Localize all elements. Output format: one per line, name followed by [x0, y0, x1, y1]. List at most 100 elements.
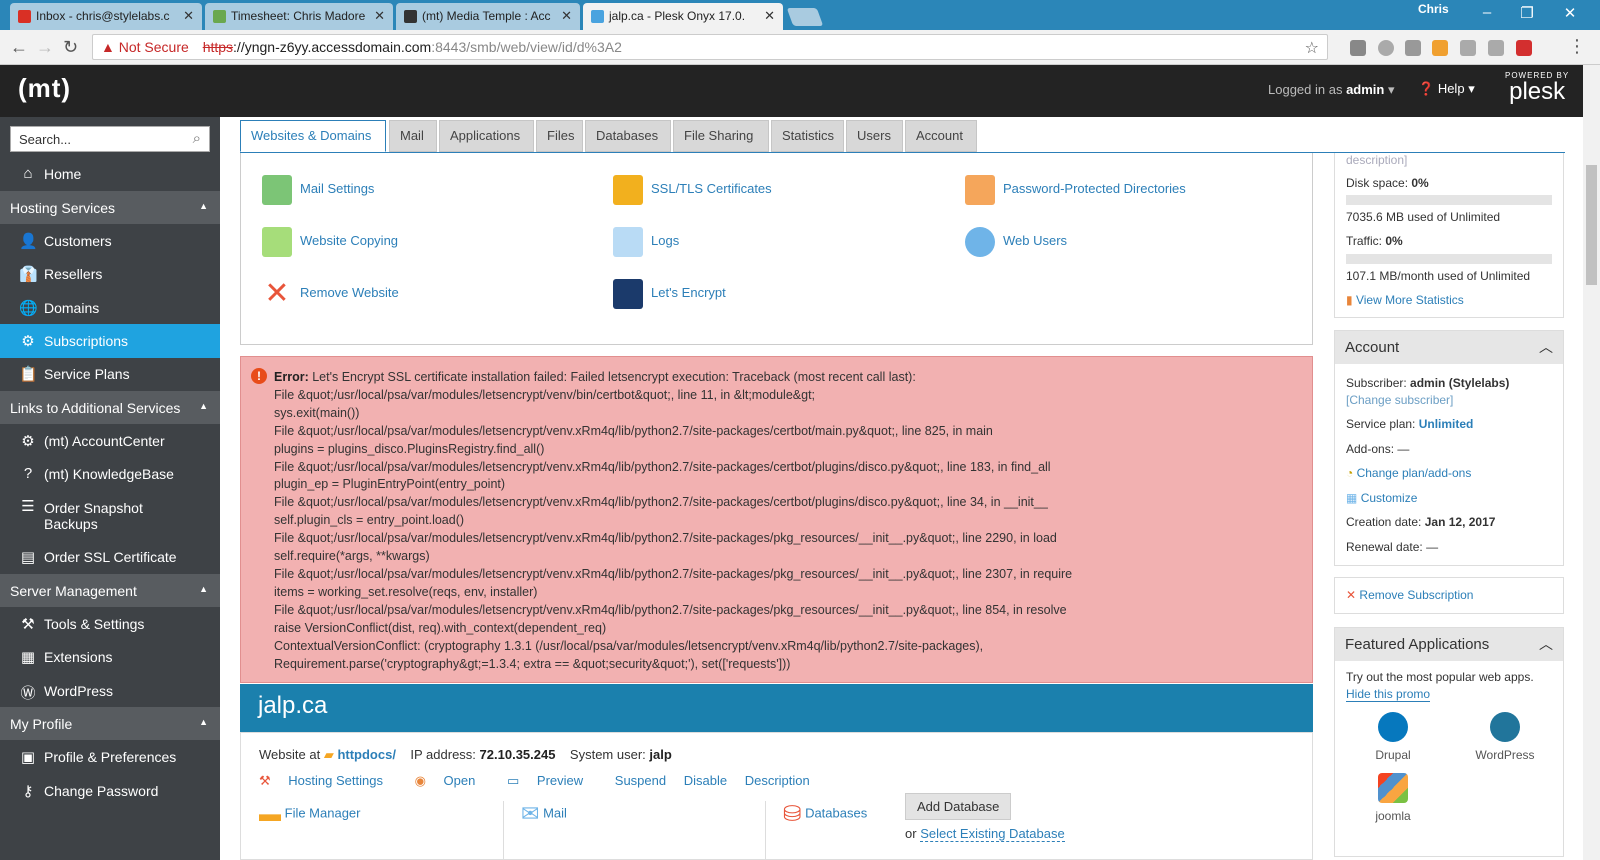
wordpress-app[interactable]: WordPress — [1473, 712, 1537, 762]
select-existing-database-link[interactable]: Select Existing Database — [920, 826, 1065, 842]
sidebar-group-links[interactable]: Links to Additional Services ▲ — [0, 391, 220, 424]
sidebar-group-server[interactable]: Server Management ▲ — [0, 574, 220, 607]
search-icon[interactable]: ⌕ — [193, 130, 201, 147]
drupal-app[interactable]: Drupal — [1370, 712, 1416, 762]
profile-name[interactable]: Chris — [1418, 2, 1449, 16]
maximize-icon[interactable]: ❐ — [1512, 4, 1542, 22]
close-icon[interactable]: ✕ — [374, 8, 385, 24]
sidebar-group-profile[interactable]: My Profile ▲ — [0, 707, 220, 740]
sidebar-item-resellers[interactable]: 👔 Resellers — [0, 257, 220, 291]
mail-settings-link[interactable]: Mail Settings — [262, 175, 374, 205]
plan-link[interactable]: Unlimited — [1419, 417, 1474, 431]
open-link[interactable]: ◉ Open — [415, 773, 490, 788]
mail-link[interactable]: ✉ Mail — [521, 801, 567, 827]
sidebar-item-domains[interactable]: 🌐 Domains — [0, 291, 220, 325]
chevron-up-icon[interactable]: ︿ — [1539, 634, 1553, 654]
featured-header[interactable]: Featured Applications ︿ — [1335, 628, 1563, 661]
notification-icon[interactable] — [1516, 40, 1532, 56]
window-close-icon[interactable]: ✕ — [1555, 4, 1585, 22]
forward-arrow-icon[interactable]: → — [36, 37, 54, 58]
sidebar-item-order-ssl[interactable]: ▤ Order SSL Certificate — [0, 540, 220, 574]
preview-link[interactable]: ▭ Preview — [507, 773, 597, 788]
ip-icon[interactable] — [1405, 40, 1421, 56]
user-menu[interactable]: admin — [1346, 82, 1384, 97]
website-copying-link[interactable]: Website Copying — [262, 227, 398, 257]
sidebar-item-label: WordPress — [44, 683, 113, 699]
file-manager-link[interactable]: ▬ File Manager — [259, 801, 361, 827]
account-header[interactable]: Account ︿ — [1335, 331, 1563, 364]
sidebar-item-order-snapshot[interactable]: ☰ Order Snapshot Backups — [0, 491, 200, 539]
tab-databases[interactable]: Databases — [585, 120, 671, 152]
sidebar-item-home[interactable]: ⌂ Home — [0, 157, 220, 191]
password-protected-dirs-link[interactable]: Password-Protected Directories — [965, 175, 1186, 205]
help-menu[interactable]: ❓ Help ▾ — [1418, 81, 1475, 97]
ssl-certificates-link[interactable]: SSL/TLS Certificates — [613, 175, 772, 205]
view-more-statistics-link[interactable]: ▮ View More Statistics — [1346, 293, 1464, 307]
hide-promo-link[interactable]: Hide this promo — [1346, 687, 1431, 702]
remove-website-link[interactable]: ✕ Remove Website — [264, 279, 398, 309]
extension-302-icon[interactable] — [1432, 40, 1448, 56]
sidebar-item-service-plans[interactable]: 📋 Service Plans — [0, 357, 220, 391]
close-icon[interactable]: ✕ — [764, 8, 775, 24]
url-bar[interactable]: ▲ Not Secure https://yngn-z6yy.accessdom… — [92, 34, 1328, 60]
extension-icon[interactable] — [1378, 40, 1394, 56]
tab-file-sharing[interactable]: File Sharing — [673, 120, 769, 152]
chevron-up-icon[interactable]: ︿ — [1539, 337, 1553, 357]
menu-dots-icon[interactable]: ⋮ — [1568, 36, 1586, 57]
sidebar-item-accountcenter[interactable]: ⚙ (mt) AccountCenter — [0, 424, 220, 458]
databases-link[interactable]: ⛁ Databases — [783, 801, 867, 827]
back-arrow-icon[interactable]: ← — [10, 37, 28, 58]
hosting-settings-link[interactable]: ⚒ Hosting Settings — [259, 773, 397, 788]
tab-account[interactable]: Account — [905, 120, 977, 152]
traffic-line: Traffic: 0% — [1346, 234, 1403, 248]
sidebar-item-tools-settings[interactable]: ⚒ Tools & Settings — [0, 607, 220, 641]
close-icon[interactable]: ✕ — [561, 8, 572, 24]
description-link[interactable]: Description — [745, 773, 810, 788]
sidebar-item-wordpress[interactable]: Ⓦ WordPress — [0, 674, 220, 708]
browser-tab-inbox[interactable]: Inbox - chris@stylelabs.c ✕ — [10, 3, 202, 30]
scrollbar-thumb[interactable] — [1586, 165, 1597, 285]
page-scrollbar[interactable] — [1583, 65, 1600, 860]
customize-link[interactable]: ▦ Customize — [1346, 491, 1417, 505]
reload-icon[interactable]: ↻ — [63, 37, 78, 58]
sidebar-item-extensions[interactable]: ▦ Extensions — [0, 640, 220, 674]
lets-encrypt-link[interactable]: Let's Encrypt — [613, 279, 726, 309]
sidebar-item-subscriptions[interactable]: ⚙ Subscriptions — [0, 324, 220, 358]
mt-logo[interactable]: (mt) — [18, 73, 71, 104]
browser-tab-mediatemple[interactable]: (mt) Media Temple : Acc ✕ — [396, 3, 580, 30]
screen-icon[interactable] — [1488, 40, 1504, 56]
sidebar-item-change-password[interactable]: ⚷ Change Password — [0, 774, 220, 808]
sidebar-item-profile-prefs[interactable]: ▣ Profile & Preferences — [0, 740, 220, 774]
tab-files[interactable]: Files — [536, 120, 583, 152]
sidebar-group-hosting[interactable]: Hosting Services ▲ — [0, 191, 220, 224]
suspend-link[interactable]: Suspend — [615, 773, 666, 788]
tab-mail[interactable]: Mail — [389, 120, 437, 152]
search-input[interactable]: Search... ⌕ — [10, 126, 210, 152]
close-icon[interactable]: ✕ — [183, 8, 194, 24]
cast-icon[interactable] — [1350, 40, 1366, 56]
browser-tab-plesk[interactable]: jalp.ca - Plesk Onyx 17.0. ✕ — [583, 3, 783, 30]
bookmark-star-icon[interactable]: ☆ — [1305, 38, 1319, 58]
description-fragment[interactable]: description] — [1346, 153, 1407, 167]
docroot-link[interactable]: httpdocs/ — [337, 747, 396, 762]
joomla-app[interactable]: joomla — [1370, 773, 1416, 823]
tab-websites-domains[interactable]: Websites & Domains — [240, 120, 386, 152]
tab-users[interactable]: Users — [846, 120, 903, 152]
sidebar-item-knowledgebase[interactable]: ? (mt) KnowledgeBase — [0, 457, 220, 491]
change-plan-link[interactable]: ◔ Change plan/add-ons — [1346, 466, 1471, 480]
disk-space-line: Disk space: 0% — [1346, 176, 1429, 190]
logs-link[interactable]: Logs — [613, 227, 679, 257]
sidebar-item-customers[interactable]: 👤 Customers — [0, 224, 220, 258]
tab-applications[interactable]: Applications — [439, 120, 534, 152]
tab-statistics[interactable]: Statistics — [771, 120, 844, 152]
minimize-icon[interactable]: – — [1472, 4, 1502, 21]
remove-subscription-link[interactable]: ✕ Remove Subscription — [1346, 588, 1473, 602]
browser-tab-timesheet[interactable]: Timesheet: Chris Madore ✕ — [205, 3, 393, 30]
new-tab-button[interactable] — [786, 8, 824, 26]
tools-icon: ⚒ — [21, 616, 35, 633]
change-subscriber-link[interactable]: [Change subscriber] — [1346, 393, 1453, 407]
flag-icon[interactable] — [1460, 40, 1476, 56]
disable-link[interactable]: Disable — [684, 773, 727, 788]
add-database-button[interactable]: Add Database — [905, 793, 1012, 820]
web-users-link[interactable]: Web Users — [965, 227, 1067, 257]
